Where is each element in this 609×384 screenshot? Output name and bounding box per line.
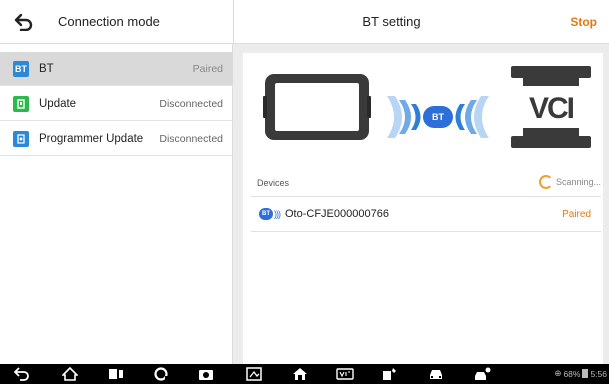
- sidebar-item-label: Update: [39, 97, 77, 110]
- update-icon: [13, 95, 29, 112]
- status-text: Disconnected: [159, 97, 223, 110]
- service-icon[interactable]: [382, 366, 398, 382]
- car-icon[interactable]: [428, 366, 444, 382]
- panel-title: BT setting: [362, 14, 421, 29]
- vci-logo: VCI: [528, 92, 575, 125]
- remote-icon[interactable]: [474, 366, 492, 382]
- scanning-status: Scanning...: [538, 175, 601, 189]
- tablet-illustration: [263, 74, 371, 140]
- network-icon: ⊕: [554, 368, 562, 378]
- connection-mode-list: BT BT Paired Update Disconnected Program…: [0, 44, 233, 364]
- bt-icon: BT: [13, 60, 29, 77]
- browser-icon[interactable]: [154, 366, 170, 382]
- device-name: Oto-CFJE000000766: [285, 208, 389, 220]
- bluetooth-device-icon: BT: [259, 208, 273, 220]
- signal-waves-icon: ))): [274, 209, 281, 219]
- scanning-text: Scanning...: [555, 177, 601, 187]
- home-icon[interactable]: [62, 366, 78, 382]
- battery-icon: [582, 369, 589, 378]
- programmer-icon: [13, 130, 29, 147]
- vci-icon[interactable]: [336, 366, 354, 382]
- clock: 5:56: [590, 368, 607, 379]
- camera-icon[interactable]: [198, 366, 214, 382]
- divider: [251, 231, 601, 232]
- divider: [251, 196, 601, 197]
- status-text: Disconnected: [159, 132, 223, 145]
- sidebar-item-label: BT: [39, 62, 54, 75]
- house-icon[interactable]: [292, 366, 308, 382]
- sidebar-item-programmer-update[interactable]: Programmer Update Disconnected: [0, 122, 233, 156]
- recent-apps-icon[interactable]: [108, 366, 124, 382]
- battery-level: 68%: [563, 368, 581, 379]
- app-window: Connection mode BT setting Stop BT BT Pa…: [0, 0, 609, 384]
- top-bar: Connection mode BT setting Stop: [0, 0, 609, 44]
- status-area: ⊕ 68% 5:56: [554, 368, 607, 379]
- sidebar-item-label: Programmer Update: [39, 132, 144, 145]
- sidebar-item-update[interactable]: Update Disconnected: [0, 87, 233, 121]
- devices-label: Devices: [257, 178, 290, 188]
- device-row[interactable]: BT ))) Oto-CFJE000000766 Paired: [251, 198, 601, 230]
- scanning-spinner-icon: [538, 175, 553, 189]
- page-title: Connection mode: [58, 14, 160, 29]
- bt-badge: BT: [432, 112, 444, 122]
- status-text: Paired: [192, 62, 223, 75]
- device-status: Paired: [562, 208, 591, 220]
- stop-button[interactable]: Stop: [570, 0, 597, 44]
- screenshot-icon[interactable]: [246, 366, 262, 382]
- back-icon[interactable]: [14, 366, 30, 382]
- back-arrow-icon: [14, 13, 33, 31]
- sidebar-item-bt[interactable]: BT BT Paired: [0, 52, 233, 86]
- back-button[interactable]: [10, 10, 38, 34]
- android-nav-bar: ⊕ 68% 5:56: [0, 364, 609, 384]
